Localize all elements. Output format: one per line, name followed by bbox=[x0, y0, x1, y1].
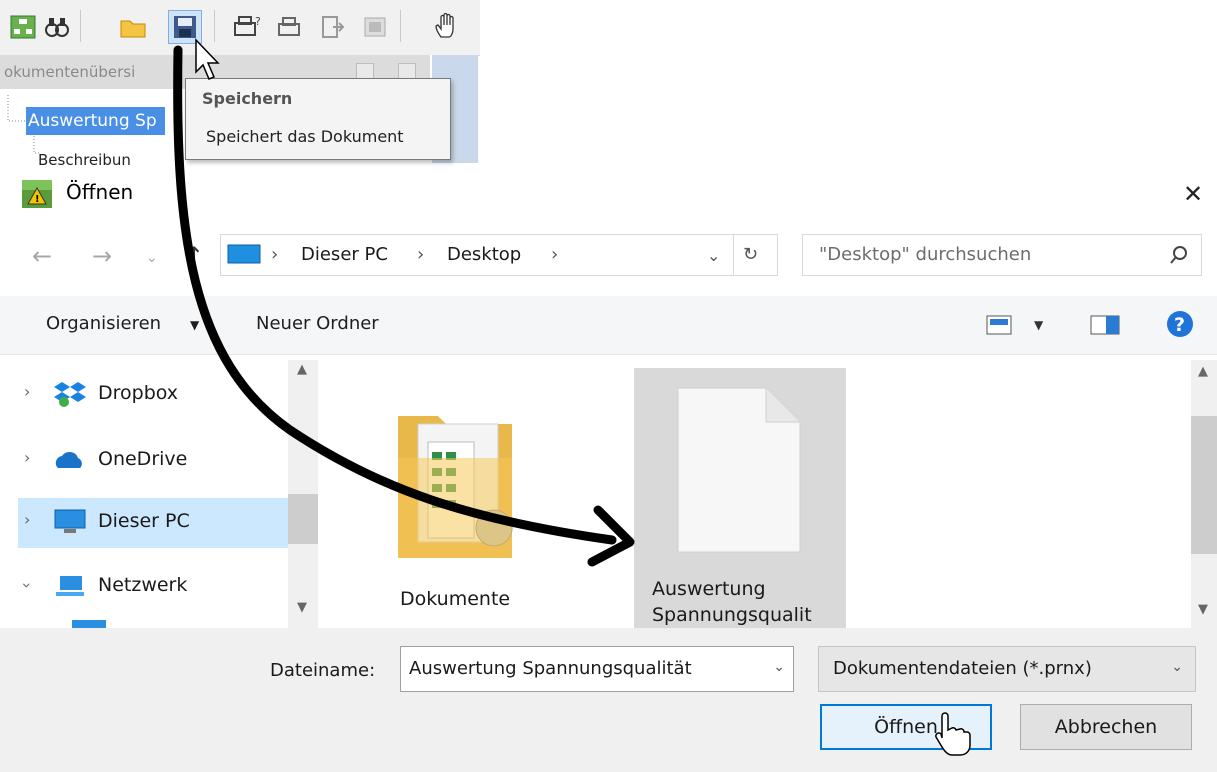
tree-icon[interactable] bbox=[6, 10, 40, 44]
window-icon[interactable] bbox=[358, 10, 392, 44]
help-icon[interactable]: ? bbox=[1166, 310, 1194, 342]
svg-text:?: ? bbox=[255, 15, 261, 28]
command-bar: Organisieren ▼ Neuer Ordner ▼ ? bbox=[0, 296, 1217, 355]
tree-item-child[interactable]: Beschreibun bbox=[38, 151, 131, 169]
file-item-folder[interactable]: Dokumente bbox=[384, 380, 564, 620]
collapse-icon[interactable]: › bbox=[18, 582, 37, 588]
organize-dropdown-icon[interactable]: ▼ bbox=[190, 318, 199, 332]
search-icon[interactable] bbox=[1169, 245, 1189, 269]
tooltip-description: Speichert das Dokument bbox=[206, 127, 404, 146]
hand-icon[interactable] bbox=[430, 10, 464, 44]
nav-item-dropbox[interactable]: › Dropbox bbox=[18, 370, 288, 420]
dropbox-icon bbox=[54, 380, 86, 408]
scroll-up-icon[interactable]: ▲ bbox=[297, 362, 307, 377]
file-item-document[interactable]: Auswertung Spannungsqualit bbox=[634, 368, 846, 628]
file-scroll-thumb[interactable] bbox=[1191, 416, 1217, 554]
address-bar[interactable]: › Dieser PC › Desktop › ⌄ ↻ bbox=[220, 234, 778, 276]
new-folder-button[interactable]: Neuer Ordner bbox=[256, 313, 379, 334]
chevron-down-icon[interactable]: ⌄ bbox=[773, 659, 785, 675]
filename-value: Auswertung Spannungsqualität bbox=[409, 658, 692, 679]
expand-icon[interactable]: › bbox=[24, 382, 30, 401]
filename-input[interactable]: Auswertung Spannungsqualität ⌄ bbox=[400, 646, 794, 692]
onedrive-icon bbox=[54, 446, 86, 474]
open-folder-icon[interactable] bbox=[116, 10, 150, 44]
filename-label: Dateiname: bbox=[270, 660, 376, 681]
expand-icon[interactable]: › bbox=[24, 510, 30, 529]
app-logo-icon: ! bbox=[22, 180, 52, 208]
navigation-pane: › Dropbox › OneDrive › Dieser PC › Netzw… bbox=[0, 360, 320, 628]
export-icon[interactable] bbox=[316, 10, 350, 44]
nav-item-label: Netzwerk bbox=[98, 574, 188, 596]
print-preview-icon[interactable]: ? bbox=[230, 10, 264, 44]
nav-item-label: Dropbox bbox=[98, 382, 179, 404]
computer-icon bbox=[227, 244, 261, 266]
svg-text:!: ! bbox=[35, 194, 40, 205]
filetype-select[interactable]: Dokumentendateien (*.prnx) ⌄ bbox=[818, 646, 1196, 692]
address-dropdown-icon[interactable]: ⌄ bbox=[707, 246, 720, 265]
print-icon[interactable] bbox=[272, 10, 306, 44]
search-placeholder: "Desktop" durchsuchen bbox=[819, 244, 1032, 265]
nav-item-dieser-pc[interactable]: › Dieser PC bbox=[18, 498, 288, 548]
view-dropdown-icon[interactable]: ▼ bbox=[1034, 318, 1043, 332]
file-name: Dokumente bbox=[400, 588, 511, 610]
app-toolbar: ? bbox=[0, 0, 480, 56]
document-file-icon bbox=[676, 386, 802, 558]
scroll-down-icon[interactable]: ▼ bbox=[297, 600, 307, 615]
nav-item-label: OneDrive bbox=[98, 448, 188, 470]
file-name-line1: Auswertung bbox=[652, 578, 766, 600]
search-input[interactable]: "Desktop" durchsuchen bbox=[802, 234, 1202, 276]
scroll-down-icon[interactable]: ▼ bbox=[1198, 602, 1208, 617]
chevron-down-icon[interactable]: ⌄ bbox=[1171, 659, 1183, 675]
cancel-button[interactable]: Abbrechen bbox=[1020, 704, 1192, 750]
open-button[interactable]: Öffnen bbox=[820, 704, 992, 750]
partial-item-icon bbox=[72, 620, 106, 628]
nav-scroll-thumb[interactable] bbox=[288, 494, 318, 544]
file-name-line2: Spannungsqualit bbox=[652, 604, 812, 626]
dialog-footer: Dateiname: Auswertung Spannungsqualität … bbox=[0, 628, 1217, 772]
up-icon[interactable]: ↑ bbox=[184, 242, 204, 270]
nav-item-label: Dieser PC bbox=[98, 510, 190, 532]
scroll-up-icon[interactable]: ▲ bbox=[1198, 364, 1208, 379]
breadcrumb-dieser-pc[interactable]: Dieser PC bbox=[301, 244, 388, 265]
panel-close-icon[interactable] bbox=[398, 63, 416, 79]
binoculars-icon[interactable] bbox=[40, 10, 74, 44]
recent-dropdown-icon[interactable]: ⌄ bbox=[146, 250, 158, 266]
preview-pane-icon[interactable] bbox=[1090, 314, 1120, 340]
nav-item-netzwerk[interactable]: › Netzwerk bbox=[18, 562, 288, 612]
breadcrumb-desktop[interactable]: Desktop bbox=[447, 244, 521, 265]
forward-icon[interactable]: → bbox=[92, 242, 112, 270]
svg-text:?: ? bbox=[1174, 314, 1185, 336]
save-icon[interactable] bbox=[168, 10, 202, 44]
file-view: Dokumente Auswertung Spannungsqualit ▲ ▼ bbox=[320, 360, 1217, 628]
dialog-title: Öffnen bbox=[66, 180, 134, 204]
nav-item-onedrive[interactable]: › OneDrive bbox=[18, 436, 288, 486]
save-tooltip: Speichern Speichert das Dokument bbox=[185, 78, 451, 160]
close-icon: ✕ bbox=[1182, 180, 1204, 208]
nav-scrollbar[interactable]: ▲ ▼ bbox=[288, 360, 318, 628]
file-scrollbar[interactable]: ▲ ▼ bbox=[1191, 360, 1217, 628]
network-icon bbox=[54, 572, 86, 600]
expand-icon[interactable]: › bbox=[24, 448, 30, 467]
back-icon[interactable]: ← bbox=[32, 242, 52, 270]
filetype-value: Dokumentendateien (*.prnx) bbox=[833, 658, 1092, 679]
breadcrumb-separator: › bbox=[417, 244, 425, 265]
computer-icon bbox=[54, 508, 86, 536]
navigation-bar: ← → ⌄ ↑ › Dieser PC › Desktop › ⌄ ↻ "Des… bbox=[0, 228, 1217, 288]
breadcrumb-separator: › bbox=[271, 244, 279, 265]
tree-item-selected[interactable]: Auswertung Sp bbox=[26, 107, 165, 135]
breadcrumb-separator: › bbox=[551, 244, 559, 265]
refresh-icon[interactable]: ↻ bbox=[743, 244, 758, 265]
panel-pin-icon[interactable] bbox=[356, 63, 374, 79]
view-options-icon[interactable] bbox=[986, 314, 1016, 340]
folder-documents-icon bbox=[398, 408, 522, 562]
close-button[interactable]: ✕ bbox=[1173, 174, 1213, 214]
dialog-titlebar: ! Öffnen ✕ bbox=[0, 170, 1217, 218]
organize-button[interactable]: Organisieren bbox=[46, 313, 161, 334]
tooltip-title: Speichern bbox=[202, 89, 293, 108]
